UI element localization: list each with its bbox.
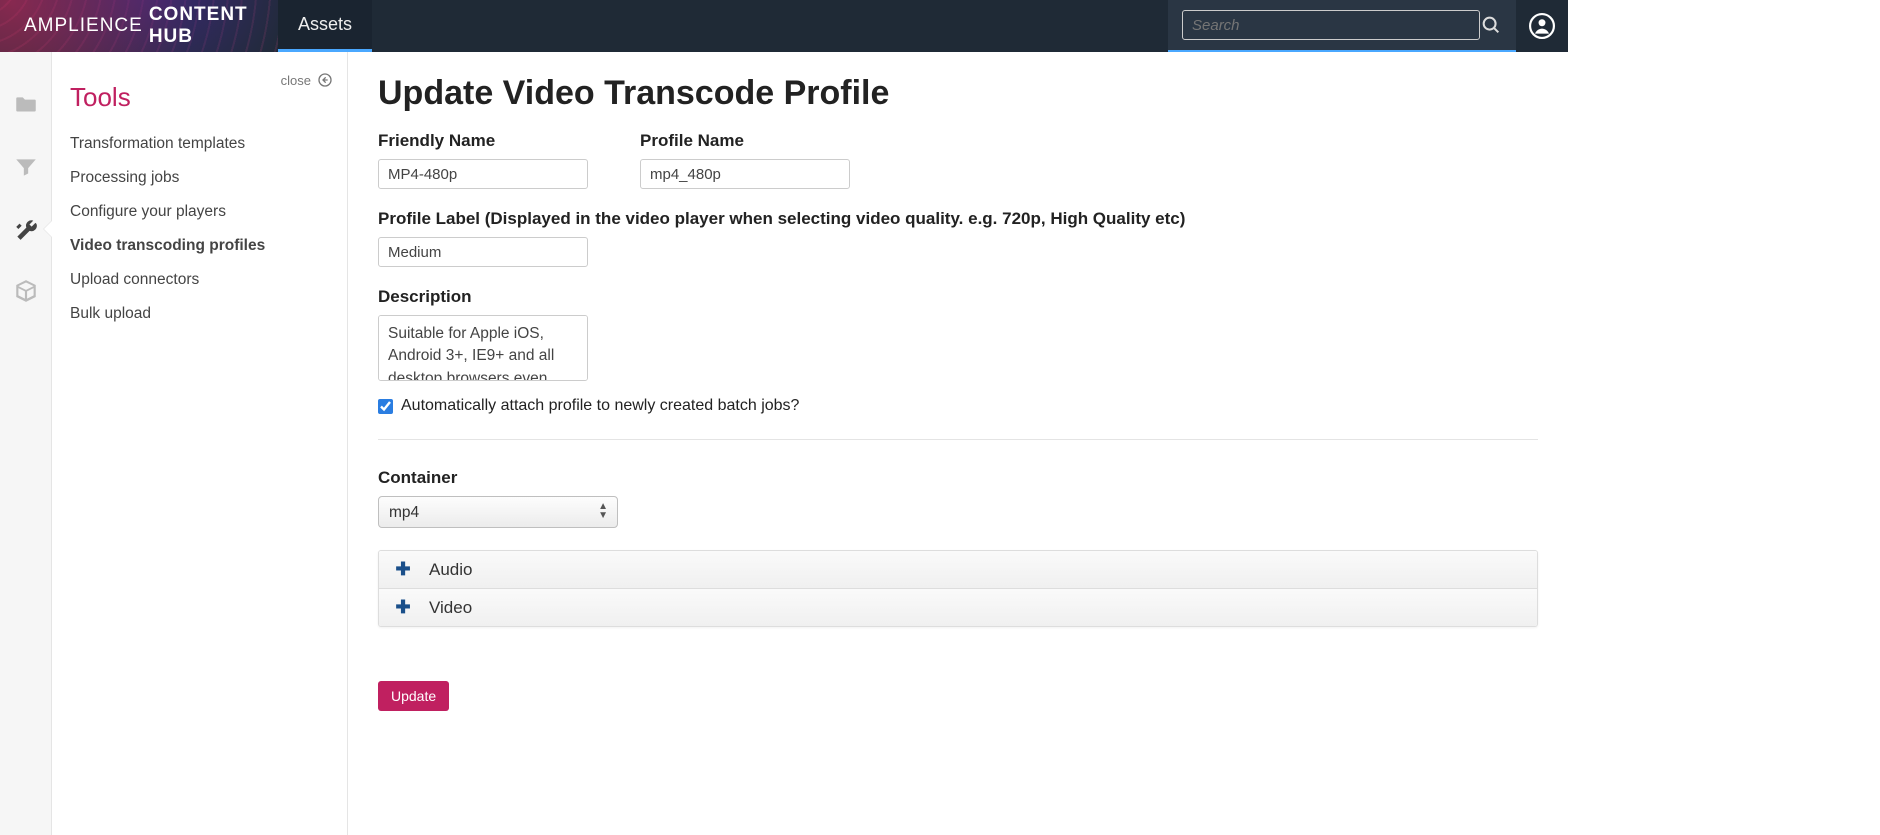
left-rail <box>0 52 52 835</box>
plus-icon: ✚ <box>395 597 411 618</box>
sidebar-item-processing-jobs[interactable]: Processing jobs <box>70 161 329 195</box>
filter-icon[interactable] <box>13 154 39 180</box>
auto-attach-label: Automatically attach profile to newly cr… <box>401 397 799 415</box>
top-bar: AMPLIENCE CONTENT HUB Assets <box>0 0 1880 52</box>
friendly-name-group: Friendly Name <box>378 131 588 189</box>
page-title: Update Video Transcode Profile <box>378 74 1538 113</box>
description-textarea[interactable] <box>378 315 588 381</box>
tools-icon[interactable] <box>13 216 39 242</box>
user-icon <box>1529 13 1555 39</box>
top-right-blank <box>1568 0 1880 52</box>
profile-label-input[interactable] <box>378 237 588 267</box>
sidebar-item-video-transcoding[interactable]: Video transcoding profiles <box>70 229 329 263</box>
description-label: Description <box>378 287 1538 307</box>
sidebar-item-bulk-upload[interactable]: Bulk upload <box>70 297 329 331</box>
profile-name-input[interactable] <box>640 159 850 189</box>
search-wrap[interactable] <box>1168 0 1516 52</box>
auto-attach-checkbox[interactable] <box>378 399 393 414</box>
tab-assets[interactable]: Assets <box>278 0 372 52</box>
accordion-audio[interactable]: ✚ Audio <box>379 551 1537 588</box>
back-circle-icon <box>317 72 333 88</box>
close-label: close <box>281 73 311 88</box>
side-panel: close Tools Transformation templates Pro… <box>52 52 348 835</box>
update-button[interactable]: Update <box>378 681 449 711</box>
package-icon[interactable] <box>13 278 39 304</box>
accordion-video-label: Video <box>429 598 472 618</box>
separator <box>378 439 1538 440</box>
accordion-audio-label: Audio <box>429 560 472 580</box>
search-input[interactable] <box>1182 10 1480 40</box>
container-select[interactable]: mp4 <box>378 496 618 528</box>
profile-name-group: Profile Name <box>640 131 850 189</box>
sidebar-item-configure-players[interactable]: Configure your players <box>70 195 329 229</box>
auto-attach-row[interactable]: Automatically attach profile to newly cr… <box>378 397 1538 415</box>
accordion: ✚ Audio ✚ Video <box>378 550 1538 627</box>
tab-label: Assets <box>298 14 352 35</box>
side-list: Transformation templates Processing jobs… <box>70 127 329 331</box>
profile-name-label: Profile Name <box>640 131 850 151</box>
main-content: Update Video Transcode Profile Friendly … <box>348 52 1568 835</box>
search-icon <box>1480 14 1502 36</box>
logo-text-2: CONTENT HUB <box>149 4 254 48</box>
user-menu[interactable] <box>1516 0 1568 52</box>
accordion-video[interactable]: ✚ Video <box>379 588 1537 626</box>
body: close Tools Transformation templates Pro… <box>0 52 1880 835</box>
sidebar-item-transformation-templates[interactable]: Transformation templates <box>70 127 329 161</box>
friendly-name-label: Friendly Name <box>378 131 588 151</box>
nav-tabs: Assets <box>278 0 372 52</box>
logo-text-1: AMPLIENCE <box>24 15 143 37</box>
plus-icon: ✚ <box>395 559 411 580</box>
friendly-name-input[interactable] <box>378 159 588 189</box>
profile-label-label: Profile Label (Displayed in the video pl… <box>378 209 1538 229</box>
sidebar-item-upload-connectors[interactable]: Upload connectors <box>70 263 329 297</box>
folder-icon[interactable] <box>13 92 39 118</box>
right-gutter <box>1568 52 1880 835</box>
container-label: Container <box>378 468 1538 488</box>
close-panel[interactable]: close <box>281 72 333 88</box>
logo: AMPLIENCE CONTENT HUB <box>0 0 278 52</box>
